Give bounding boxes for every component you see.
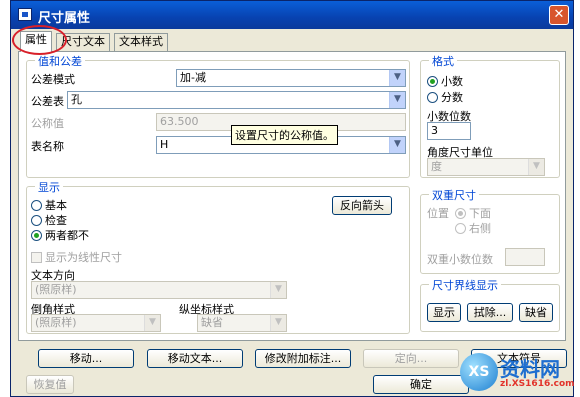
red-annotation-circle <box>12 25 67 55</box>
angle-unit-select[interactable]: 度 ▼ <box>427 158 545 176</box>
text-direction-value: (照原样) <box>35 283 77 296</box>
tolerance-table-select[interactable]: 孔 ▼ <box>67 91 406 109</box>
radio-inspect-label: 检查 <box>45 214 67 227</box>
chevron-down-icon: ▼ <box>389 92 405 108</box>
radio-selected-icon <box>31 230 42 241</box>
radio-neither-label: 两者都不 <box>45 229 89 242</box>
checkbox-icon <box>31 252 42 263</box>
values-tolerance-title: 值和公差 <box>35 53 85 69</box>
ordinate-style-value: 缺省 <box>201 316 223 329</box>
angle-unit-value: 度 <box>431 160 442 173</box>
restore-values-button[interactable]: 恢复值 <box>26 375 74 394</box>
decimal-places-field[interactable]: 3 <box>427 122 471 140</box>
linear-dimension-checkbox[interactable]: 显示为线性尺寸 <box>31 249 122 265</box>
radio-basic[interactable]: 基本 <box>31 197 67 213</box>
radio-below[interactable]: 下面 <box>455 205 491 221</box>
radio-selected-icon <box>427 76 438 87</box>
chevron-down-icon: ▼ <box>270 282 286 298</box>
dual-dimension-group: 双重尺寸 位置 下面 右侧 双重小数位数 <box>420 187 560 274</box>
witness-show-button[interactable]: 显示 <box>427 303 461 322</box>
site-watermark: XS 资料网 zl.XS1616.com <box>460 351 578 395</box>
tolerance-mode-label: 公差模式 <box>31 73 75 86</box>
tab-text-style[interactable]: 文本样式 <box>114 33 168 51</box>
window-title: 尺寸属性 <box>38 11 91 26</box>
display-title: 显示 <box>35 179 63 195</box>
watermark-url: zl.XS1616.com <box>500 379 575 389</box>
chevron-down-icon: ▼ <box>389 137 405 153</box>
table-name-value: H <box>160 138 169 151</box>
move-text-button[interactable]: 移动文本... <box>147 349 243 368</box>
radio-fraction[interactable]: 分数 <box>427 89 463 105</box>
format-title: 格式 <box>429 53 457 69</box>
dual-dimension-title: 双重尺寸 <box>429 187 479 203</box>
radio-unselected-icon <box>31 215 42 226</box>
display-group: 显示 基本 检查 两者都不 反向箭头 显示为线性尺寸 文本方向 (照原样) ▼ … <box>26 179 410 334</box>
table-name-label: 表名称 <box>31 140 64 153</box>
values-tolerance-group: 值和公差 公差模式 加-减 ▼ 公差表 孔 ▼ 公称值 63.500 表名称 H… <box>26 53 410 178</box>
nominal-value-tooltip: 设置尺寸的公称值。 <box>231 125 338 145</box>
radio-right[interactable]: 右侧 <box>455 220 491 236</box>
chamfer-style-value: (照原样) <box>35 316 77 329</box>
ok-button[interactable]: 确定 <box>373 375 469 394</box>
move-button[interactable]: 移动... <box>38 349 134 368</box>
close-button[interactable]: ✕ <box>549 5 569 25</box>
radio-below-label: 下面 <box>469 207 491 220</box>
title-bar: 尺寸属性 ✕ <box>11 1 573 29</box>
witness-default-button[interactable]: 缺省 <box>519 303 553 322</box>
dual-decimal-label: 双重小数位数 <box>427 253 493 266</box>
radio-selected-icon <box>455 208 466 219</box>
radio-basic-label: 基本 <box>45 199 67 212</box>
radio-unselected-icon <box>31 200 42 211</box>
chevron-down-icon: ▼ <box>389 70 405 86</box>
nominal-value-label: 公称值 <box>31 117 64 130</box>
tolerance-mode-select[interactable]: 加-减 ▼ <box>176 69 406 87</box>
radio-inspect[interactable]: 检查 <box>31 212 67 228</box>
watermark-logo-icon: XS <box>460 353 498 391</box>
witness-erase-button[interactable]: 拭除... <box>467 303 513 322</box>
radio-decimal-label: 小数 <box>441 75 463 88</box>
flip-arrows-button[interactable]: 反向箭头 <box>332 196 392 215</box>
radio-right-label: 右侧 <box>469 222 491 235</box>
dual-position-label: 位置 <box>427 207 449 220</box>
radio-unselected-icon <box>455 223 466 234</box>
radio-unselected-icon <box>427 92 438 103</box>
chamfer-style-select[interactable]: (照原样) ▼ <box>31 314 161 332</box>
dual-decimal-field[interactable] <box>505 248 545 266</box>
orient-button[interactable]: 定向... <box>363 349 459 368</box>
witness-line-title: 尺寸界线显示 <box>429 277 501 293</box>
text-direction-select[interactable]: (照原样) ▼ <box>31 281 287 299</box>
dimension-properties-dialog: 尺寸属性 ✕ 属性 尺寸文本 文本样式 值和公差 公差模式 加-减 ▼ 公差表 … <box>10 0 574 397</box>
radio-decimal[interactable]: 小数 <box>427 73 463 89</box>
tolerance-mode-value: 加-减 <box>180 71 206 84</box>
window-app-icon <box>18 8 32 21</box>
radio-fraction-label: 分数 <box>441 91 463 104</box>
chevron-down-icon: ▼ <box>528 159 544 175</box>
chevron-down-icon: ▼ <box>270 315 286 331</box>
tab-panel-properties: 值和公差 公差模式 加-减 ▼ 公差表 孔 ▼ 公称值 63.500 表名称 H… <box>18 51 566 341</box>
linear-dimension-label: 显示为线性尺寸 <box>45 251 122 264</box>
format-group: 格式 小数 分数 小数位数 3 角度尺寸单位 度 ▼ <box>420 53 560 178</box>
tolerance-table-label: 公差表 <box>31 95 64 108</box>
chevron-down-icon: ▼ <box>144 315 160 331</box>
tolerance-table-value: 孔 <box>71 93 82 106</box>
radio-neither[interactable]: 两者都不 <box>31 227 89 243</box>
witness-line-group: 尺寸界线显示 显示 拭除... 缺省 <box>420 277 560 332</box>
ordinate-style-select[interactable]: 缺省 ▼ <box>197 314 287 332</box>
watermark-title: 资料网 <box>500 357 560 381</box>
modify-attachment-button[interactable]: 修改附加标注... <box>255 349 351 368</box>
